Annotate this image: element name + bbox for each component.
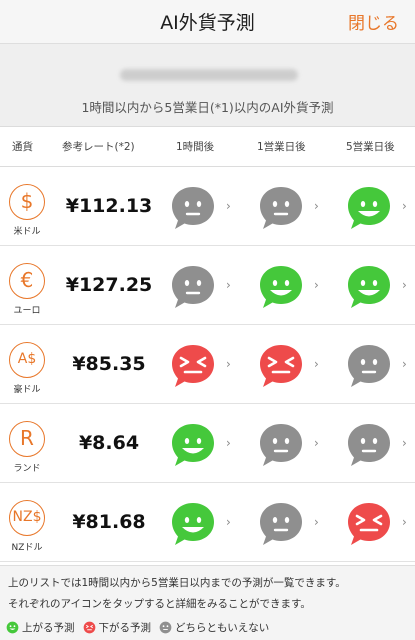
forecast-neutral-icon[interactable] <box>258 422 304 468</box>
chevron-right-icon[interactable]: › <box>226 357 231 371</box>
forecast-neutral-icon[interactable] <box>258 185 304 231</box>
currency-symbol-icon: € <box>9 263 45 299</box>
forecast-up-icon[interactable] <box>258 264 304 310</box>
forecast-neutral-icon[interactable] <box>170 185 216 231</box>
legend-up-label: 上がる予測 <box>22 622 75 634</box>
currency-name: 米ドル <box>13 227 41 237</box>
legend-down: 下がる予測 <box>83 620 152 635</box>
currency-symbol-icon: $ <box>9 184 45 220</box>
reference-rate: ¥85.35 <box>72 353 146 375</box>
up-face-icon <box>6 621 19 634</box>
forecast-neutral-icon[interactable] <box>258 501 304 547</box>
forecast-neutral-icon[interactable] <box>346 422 392 468</box>
legend-neutral: どちらともいえない <box>159 620 269 635</box>
reference-rate: ¥112.13 <box>65 195 153 217</box>
legend: 上がる予測 下がる予測 どちらともいえない <box>6 620 277 635</box>
close-button[interactable]: 閉じる <box>348 9 399 34</box>
forecast-up-icon[interactable] <box>346 264 392 310</box>
currency-row: NZ$ NZドル ¥81.68 › › › <box>0 484 415 562</box>
currency-symbol-icon: NZ$ <box>9 500 45 536</box>
chevron-right-icon[interactable]: › <box>402 199 407 213</box>
forecast-neutral-icon[interactable] <box>170 264 216 310</box>
currency-row: R ランド ¥8.64 › › › <box>0 405 415 483</box>
chevron-right-icon[interactable]: › <box>402 515 407 529</box>
chevron-right-icon[interactable]: › <box>226 436 231 450</box>
column-rate: 参考レート(*2) <box>62 141 135 153</box>
currency-name: ユーロ <box>13 306 41 316</box>
currency-name: 豪ドル <box>13 385 41 395</box>
currency-symbol-icon: R <box>9 421 45 457</box>
down-face-icon <box>83 621 95 634</box>
forecast-up-icon[interactable] <box>346 185 392 231</box>
chevron-right-icon[interactable]: › <box>314 278 319 292</box>
forecast-up-icon[interactable] <box>170 501 216 547</box>
reference-rate: ¥8.64 <box>78 432 140 454</box>
chevron-right-icon[interactable]: › <box>226 515 231 529</box>
forecast-down-icon[interactable] <box>258 343 304 389</box>
forecast-down-icon[interactable] <box>170 343 216 389</box>
footer-note-2: それぞれのアイコンをタップすると詳細をみることができます。 <box>8 598 311 610</box>
column-5day: 5営業日後 <box>346 141 395 153</box>
currency-row: A$ 豪ドル ¥85.35 › › › <box>0 326 415 404</box>
column-1hour: 1時間後 <box>176 141 215 153</box>
info-band: 1時間以内から5営業日(*1)以内のAI外貨予測 <box>0 44 415 127</box>
chevron-right-icon[interactable]: › <box>402 278 407 292</box>
forecast-down-icon[interactable] <box>346 501 392 547</box>
footer-note-1: 上のリストでは1時間以内から5営業日以内までの予測が一覧できます。 <box>8 577 346 589</box>
chevron-right-icon[interactable]: › <box>314 436 319 450</box>
currency-symbol-icon: A$ <box>9 342 45 378</box>
legend-up: 上がる予測 <box>6 620 75 635</box>
currency-row: $ 米ドル ¥112.13 › › › <box>0 168 415 246</box>
chevron-right-icon[interactable]: › <box>314 199 319 213</box>
column-header: 通貨 参考レート(*2) 1時間後 1営業日後 5営業日後 <box>0 127 415 167</box>
chevron-right-icon[interactable]: › <box>314 515 319 529</box>
forecast-neutral-icon[interactable] <box>346 343 392 389</box>
blurred-text <box>120 69 298 81</box>
currency-row: € ユーロ ¥127.25 › › › <box>0 247 415 325</box>
reference-rate: ¥81.68 <box>72 511 146 533</box>
reference-rate: ¥127.25 <box>65 274 153 296</box>
chevron-right-icon[interactable]: › <box>314 357 319 371</box>
currency-name: NZドル <box>11 543 43 553</box>
legend-neutral-label: どちらともいえない <box>175 622 270 634</box>
column-1day: 1営業日後 <box>257 141 306 153</box>
chevron-right-icon[interactable]: › <box>226 199 231 213</box>
footer: 上のリストでは1時間以内から5営業日以内までの予測が一覧できます。 それぞれのア… <box>0 565 415 640</box>
neutral-face-icon <box>159 621 172 634</box>
forecast-up-icon[interactable] <box>170 422 216 468</box>
legend-down-label: 下がる予測 <box>98 622 152 634</box>
forecast-subtitle: 1時間以内から5営業日(*1)以内のAI外貨予測 <box>81 100 334 115</box>
chevron-right-icon[interactable]: › <box>226 278 231 292</box>
column-currency: 通貨 <box>12 141 33 153</box>
chevron-right-icon[interactable]: › <box>402 436 407 450</box>
currency-name: ランド <box>13 464 41 474</box>
chevron-right-icon[interactable]: › <box>402 357 407 371</box>
header-bar: AI外貨予測 閉じる <box>0 0 415 44</box>
